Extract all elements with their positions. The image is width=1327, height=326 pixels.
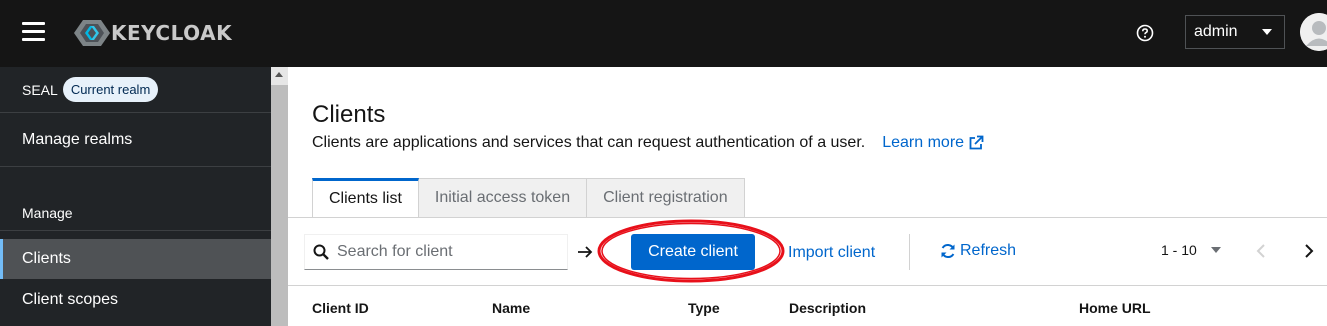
column-header-type[interactable]: Type: [688, 300, 720, 316]
tab-label: Clients list: [329, 190, 402, 207]
sidebar: SEAL Current realm Manage realms Manage …: [0, 67, 288, 326]
tab-label: Initial access token: [434, 189, 571, 206]
user-menu-dropdown[interactable]: admin: [1185, 15, 1285, 49]
caret-down-icon: [1210, 247, 1221, 253]
refresh-icon: [941, 243, 955, 259]
search-input[interactable]: [337, 243, 557, 261]
arrow-right-icon: [578, 246, 593, 258]
user-name: admin: [1194, 23, 1238, 40]
clients-tabs: Clients list Initial access token Client…: [312, 178, 745, 218]
pagination-dropdown[interactable]: 1 - 10: [1161, 242, 1221, 258]
scroll-up-icon[interactable]: [275, 72, 283, 77]
main-content: Clients Clients are applications and ser…: [288, 67, 1327, 326]
sidebar-section-manage: Manage: [22, 205, 73, 221]
annotation-circle: [597, 219, 785, 283]
realm-selector[interactable]: SEAL Current realm: [0, 67, 271, 113]
search-icon: [313, 244, 329, 260]
tab-clients-list[interactable]: Clients list: [312, 178, 419, 218]
realm-name: SEAL: [22, 81, 58, 98]
column-header-description[interactable]: Description: [789, 300, 866, 316]
sidebar-scrollbar[interactable]: [271, 67, 288, 326]
sidebar-divider: [0, 230, 271, 231]
scrollbar-thumb[interactable]: [271, 85, 288, 326]
masthead: KEYCLOAK admin: [0, 0, 1327, 67]
keycloak-logo[interactable]: KEYCLOAK: [74, 18, 232, 48]
clients-toolbar: Create client Import client Refresh 1 - …: [288, 218, 1327, 286]
sidebar-item-client-scopes[interactable]: Client scopes: [0, 280, 271, 320]
refresh-label: Refresh: [960, 242, 1017, 259]
sidebar-item-clients[interactable]: Clients: [0, 239, 271, 279]
brand-name: KEYCLOAK: [111, 21, 233, 45]
help-icon[interactable]: [1136, 24, 1154, 42]
column-header-name[interactable]: Name: [492, 300, 530, 316]
previous-page-icon[interactable]: [1256, 244, 1266, 258]
manage-realms-link[interactable]: Manage realms: [0, 113, 271, 167]
clients-table-header: Client ID Name Type Description Home URL: [288, 286, 1327, 326]
column-header-home-url[interactable]: Home URL: [1079, 300, 1151, 316]
page-title: Clients: [312, 101, 386, 128]
hamburger-menu-icon[interactable]: [22, 22, 46, 42]
next-page-icon[interactable]: [1304, 244, 1314, 258]
import-client-link[interactable]: Import client: [788, 244, 875, 262]
current-realm-badge: Current realm: [62, 77, 159, 102]
external-link-icon: [969, 135, 984, 150]
pagination-range: 1 - 10: [1161, 242, 1197, 258]
tab-label: Client registration: [603, 189, 728, 206]
keycloak-logo-icon: [74, 20, 110, 46]
user-avatar-icon: [1300, 13, 1327, 51]
toolbar-divider: [909, 234, 910, 270]
search-box: [304, 234, 568, 270]
tab-client-registration[interactable]: Client registration: [587, 178, 745, 218]
refresh-button[interactable]: Refresh: [940, 242, 1016, 260]
caret-down-icon: [1262, 29, 1272, 35]
page-description: Clients are applications and services th…: [312, 134, 984, 152]
tab-initial-access-token[interactable]: Initial access token: [418, 178, 588, 218]
learn-more-label: Learn more: [882, 134, 965, 151]
sidebar-item-label: Clients: [22, 250, 71, 267]
avatar[interactable]: [1300, 13, 1327, 51]
description-text: Clients are applications and services th…: [312, 134, 866, 151]
column-header-client-id[interactable]: Client ID: [312, 300, 369, 316]
sidebar-item-label: Client scopes: [22, 291, 119, 308]
learn-more-link[interactable]: Learn more: [882, 134, 984, 152]
